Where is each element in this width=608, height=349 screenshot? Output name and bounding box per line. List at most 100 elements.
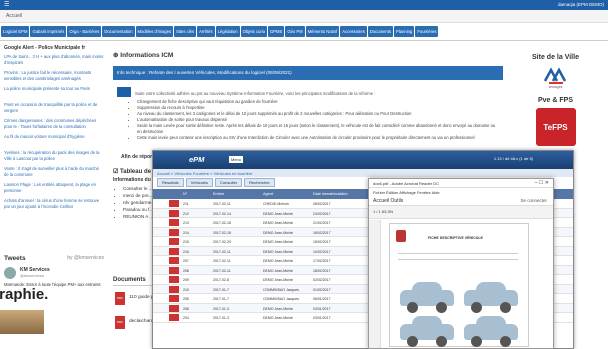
breadcrumb-home[interactable]: Accueil <box>6 13 22 19</box>
pdf-menu[interactable]: Fichier Édition Affichage Fenêtre Aide <box>369 188 553 196</box>
epm-tab[interactable]: Rechercher <box>244 178 275 187</box>
vehicle-icon <box>169 295 179 302</box>
row-number: 212 <box>183 211 189 216</box>
vehicle-icon <box>169 200 179 207</box>
news-link[interactable]: Vente : Il s'agit de surveiller plus à l… <box>4 166 104 178</box>
nav-item[interactable]: Documents <box>367 26 394 37</box>
col-entry[interactable]: Entrée <box>213 192 224 196</box>
top-bar: ☰ damaqia (EPM DEMO) <box>0 0 608 10</box>
nav-item[interactable]: Législation <box>215 26 240 37</box>
news-link[interactable]: Crimes dangereuses : des communes dépêch… <box>4 118 104 130</box>
news-link[interactable]: Provins : La justice fait le nécessaire,… <box>4 70 104 82</box>
col-number[interactable]: N° <box>183 192 187 196</box>
row-date: 15/02/2017 <box>313 240 331 244</box>
nav-item[interactable]: Objets curio <box>240 26 267 37</box>
col-agent[interactable]: Agent <box>263 192 273 196</box>
nav-item[interactable]: Planning <box>394 26 415 37</box>
info-bullet: L'automatisation de sortie pour travaux … <box>137 117 497 123</box>
nav-item[interactable]: Orga - Barrières <box>67 26 102 37</box>
nav-item[interactable]: Géo PM <box>285 26 305 37</box>
window-controls-icon[interactable]: – ☐ ✕ <box>535 180 549 186</box>
row-entry-date: 2017-01-3 <box>213 306 229 311</box>
info-bullets: Changement de fiche descriptive qui vaut… <box>137 99 497 141</box>
row-entry-date: 2017-02-11 <box>213 249 231 254</box>
row-date: 10/02/2017 <box>313 249 331 254</box>
row-number: 206 <box>183 306 189 311</box>
info-bullet: Suppression du recours à l'expertise <box>137 105 497 111</box>
row-entry-date: 2017-01-7 <box>213 287 229 292</box>
nav-item[interactable]: Sites clés <box>174 26 197 37</box>
row-agent: DEMO Jean-Michel <box>263 268 294 273</box>
car-diagram-icon <box>464 316 518 347</box>
row-number: 216 <box>183 249 189 254</box>
row-entry-date: 2017-01-3 <box>213 316 229 320</box>
news-link[interactable]: Au fil du manoir voiture municipal d'hyg… <box>4 134 104 146</box>
news-link[interactable]: La police municipale présente sa tour au… <box>4 86 104 98</box>
row-date: 18/02/2017 <box>313 230 331 235</box>
row-agent: DEMO Jean-Michel <box>263 259 294 263</box>
nav-item[interactable]: Accessoires <box>340 26 367 37</box>
row-agent: DEMO Jean-Michel <box>263 211 294 216</box>
tweets-by[interactable]: by @kmservices <box>67 255 104 261</box>
row-number: 214 <box>183 230 189 235</box>
nav-item[interactable]: Mémento Natinf <box>305 26 340 37</box>
epm-breadcrumb[interactable]: Accueil » Véhicules Fourrière » Véhicule… <box>153 169 573 177</box>
row-entry-date: 2017-02-20 <box>213 240 231 244</box>
overlay-caption: graphie. <box>0 286 53 303</box>
nav-item[interactable]: Gabarit imprimés <box>30 26 67 37</box>
row-entry-date: 2017-02-8 <box>213 278 229 282</box>
car-diagram-icon <box>400 316 454 347</box>
nav-item[interactable]: Arrêtés <box>197 26 215 37</box>
row-number: 204 <box>183 316 189 320</box>
city-logo[interactable]: vexouges <box>541 67 571 93</box>
avatar[interactable] <box>4 267 16 279</box>
row-entry-date: 2017-02-11 <box>213 202 231 206</box>
col-date[interactable]: Date immatriculation <box>313 192 348 196</box>
epm-menu-button[interactable]: Menu <box>229 156 243 163</box>
crest-icon <box>396 230 406 242</box>
epm-tab[interactable]: Résultats <box>157 178 184 187</box>
tweet-handle[interactable]: @kmservices <box>20 273 44 278</box>
vehicle-icon <box>169 314 179 321</box>
epm-tab[interactable]: Consulter <box>215 178 243 187</box>
nav-item[interactable]: Fourrières <box>415 26 439 37</box>
hamburger-icon[interactable]: ☰ <box>4 1 9 8</box>
sidebar-title: Google Alert - Police Municipale fr <box>4 45 86 51</box>
vehicle-icon <box>169 228 179 236</box>
row-agent: DEMO Jean-Michel <box>263 221 294 225</box>
nav-item[interactable]: Documentation <box>102 26 135 37</box>
info-bullet: Au niveau du classement, les 3 catégorie… <box>137 111 497 117</box>
row-number: 210 <box>183 287 189 292</box>
pdf-tools[interactable]: Accueil Outils <box>373 198 403 204</box>
row-date: 01/02/2017 <box>313 287 331 292</box>
info-bar[interactable]: Info technique : Refonte des l ouvertes … <box>113 66 503 80</box>
tefps-logo[interactable]: TeFPS <box>535 108 576 146</box>
row-date: 17/02/2017 <box>313 259 331 263</box>
news-link[interactable]: Lannion Plage : Les entités attaquent, l… <box>4 182 104 194</box>
tweet-image[interactable] <box>0 310 44 334</box>
nav-item[interactable]: GPMS <box>267 26 285 37</box>
epm-tabs: Résultats Véhicules Consulter Rechercher <box>157 178 275 187</box>
epm-brand: ePM <box>189 155 205 164</box>
pve-title: Pve & FPS <box>537 97 573 104</box>
vehicle-icon <box>169 285 179 293</box>
nav-item[interactable]: Logiciel EPM <box>1 26 30 37</box>
car-diagram-icon <box>464 282 518 313</box>
epm-tab[interactable]: Véhicules <box>185 178 214 187</box>
pdf-page-nav[interactable]: 1 / 1 63,3% <box>369 206 553 219</box>
row-number: 205 <box>183 297 189 301</box>
row-agent: DEMO Jean-Michel <box>263 306 294 311</box>
row-date: 02/02/2017 <box>313 278 331 282</box>
news-link[interactable]: Yvelines : la récupération du pack des i… <box>4 150 104 162</box>
news-link[interactable]: Achats d'annuel : la cérus d'une femme s… <box>4 198 104 210</box>
connect-button[interactable]: Se connecter <box>520 198 547 203</box>
info-intro: Suite votre collectivité adhère au pot a… <box>135 91 376 96</box>
news-link[interactable]: Point en occasion de tranquillité par la… <box>4 102 104 114</box>
news-link[interactable]: LPA de Saint... 3 H + aux plus d'abonnés… <box>4 54 104 66</box>
user-label[interactable]: damaqia (EPM DEMO) <box>558 2 604 7</box>
row-agent: COMMINSAO Jacques <box>263 297 299 301</box>
row-number: 208 <box>183 268 189 273</box>
epm-header: ePM Menu 1.13 / dé 48.x (1 de 5) <box>153 151 573 169</box>
pdf-icon: PDF <box>115 292 125 305</box>
nav-item[interactable]: Modèles d'images <box>135 26 174 37</box>
